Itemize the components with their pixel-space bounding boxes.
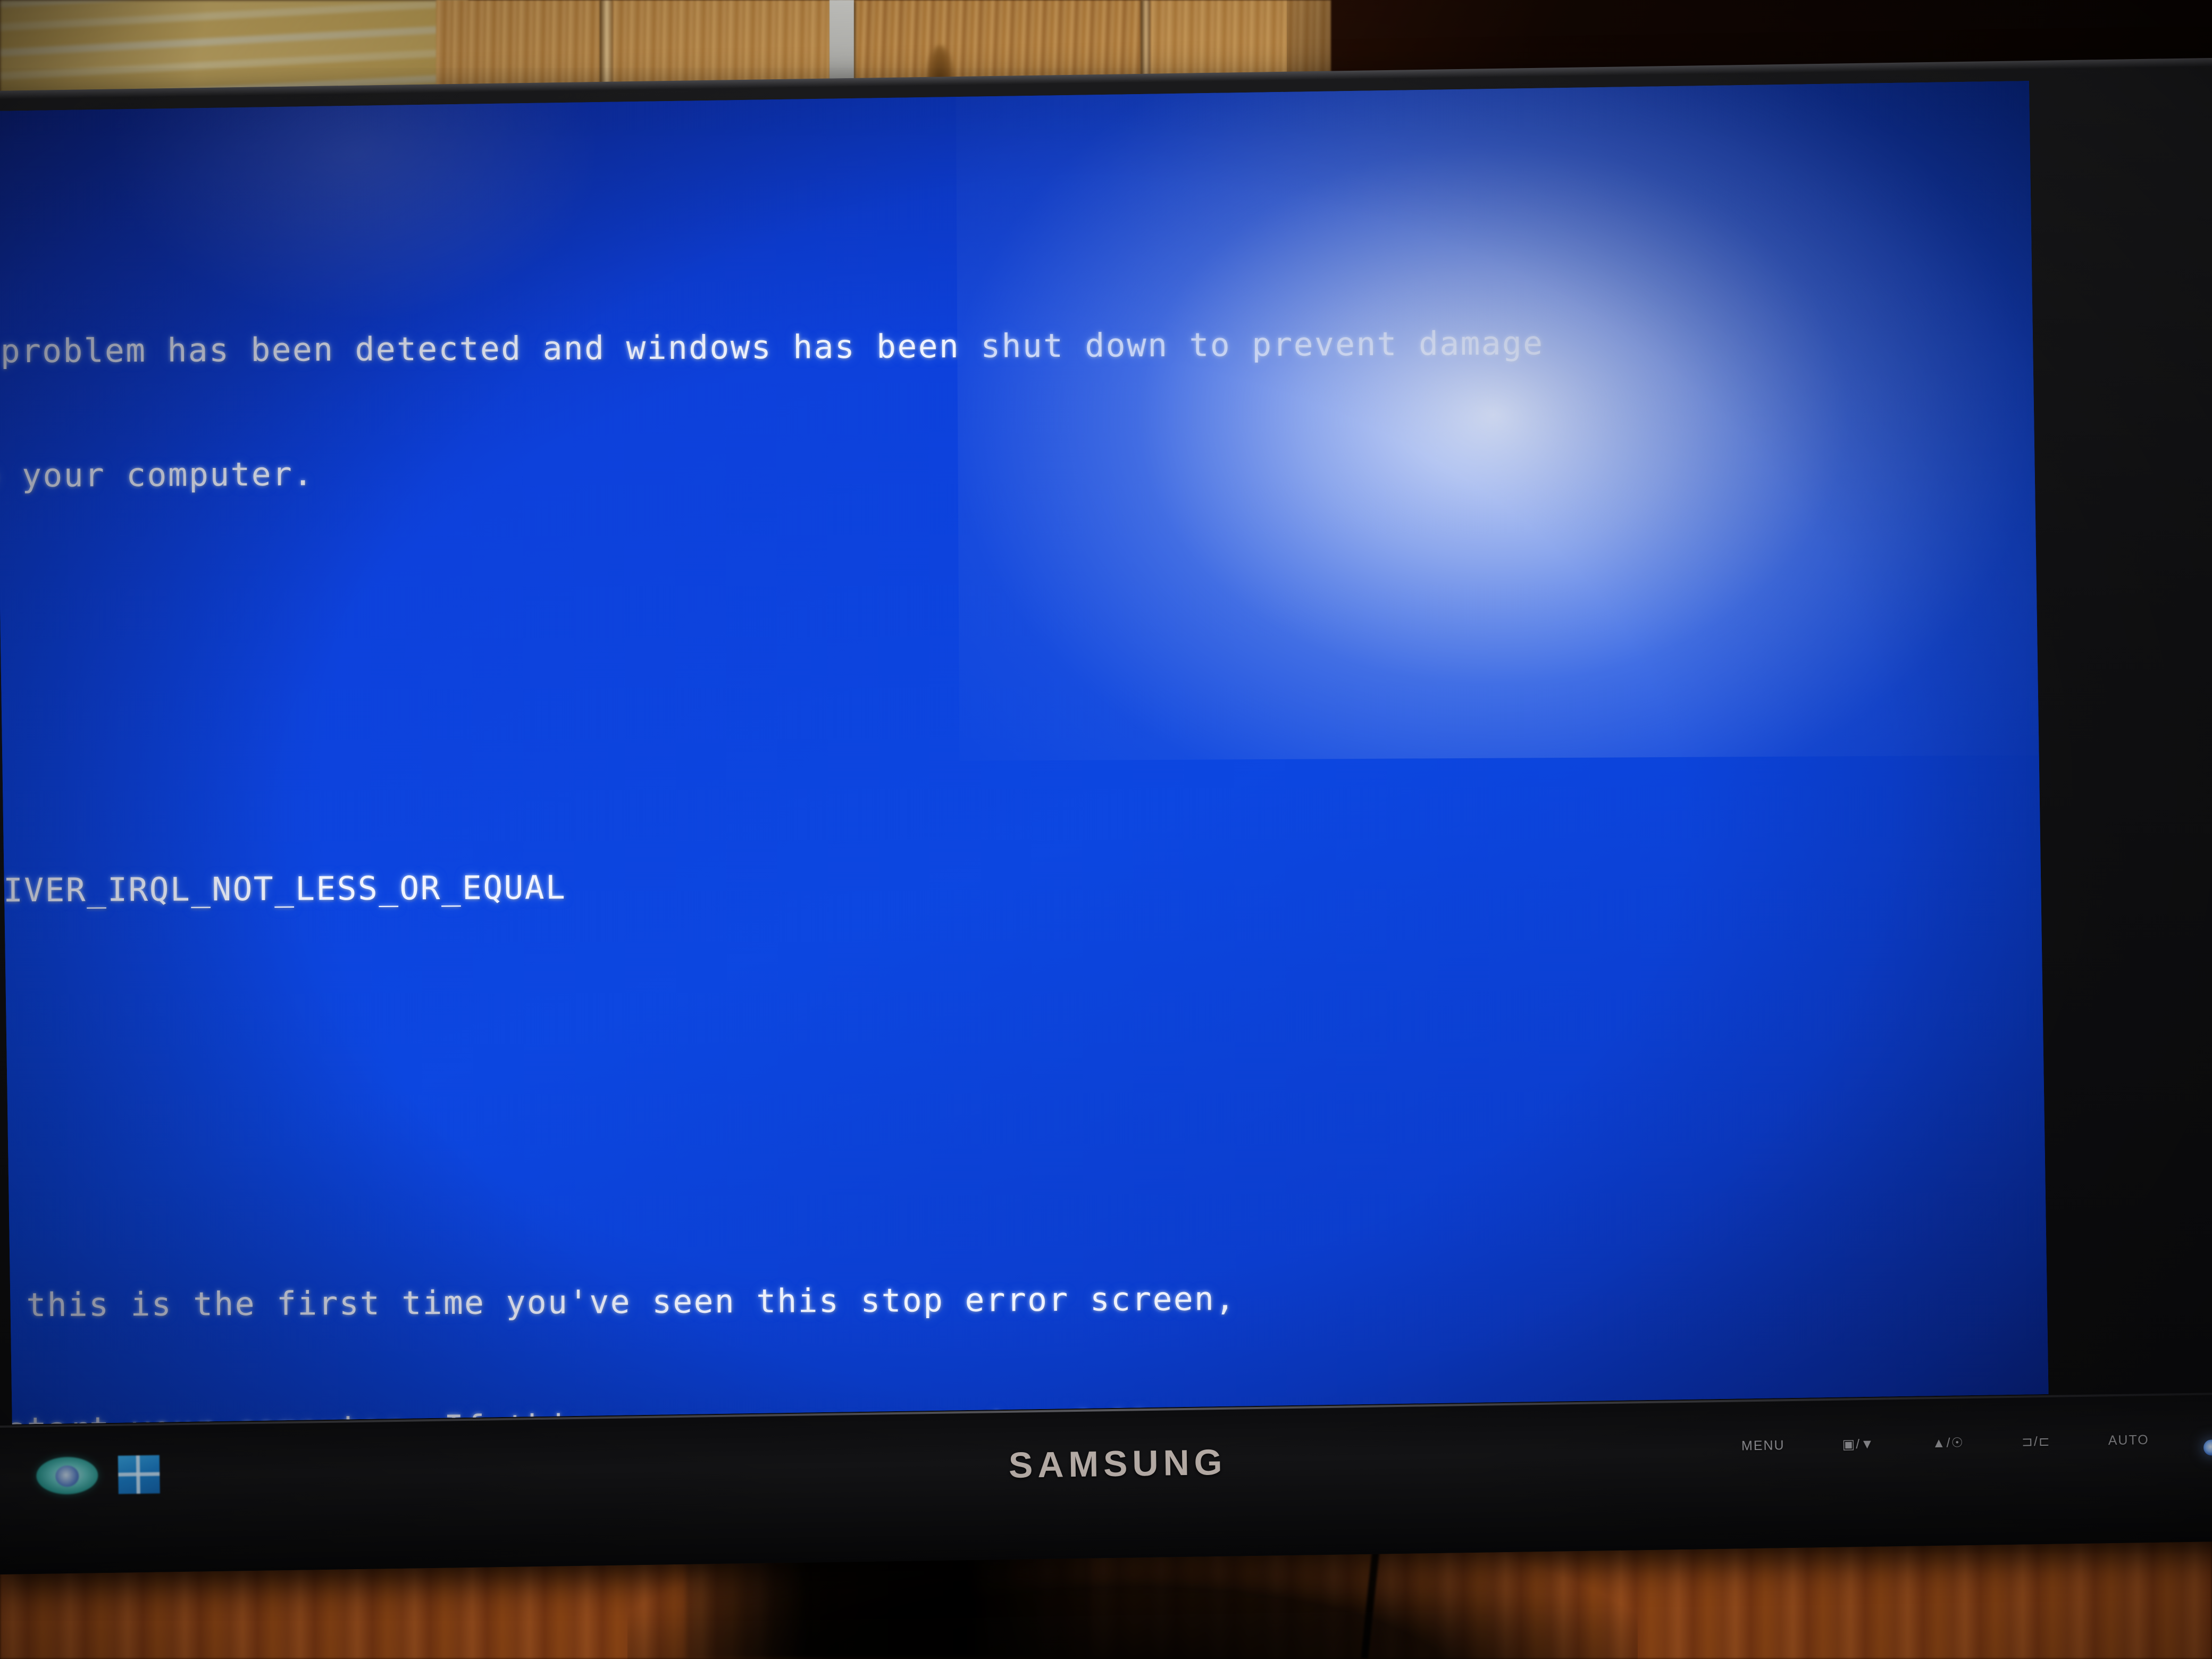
power-led[interactable] <box>2203 1439 2212 1456</box>
bsod-screen: A problem has been detected and windows … <box>0 81 2049 1425</box>
eye-care-sticker <box>36 1456 98 1495</box>
enter-button[interactable]: ⊐/⊏ <box>2022 1434 2051 1450</box>
screen-blue-background <box>0 81 2049 1425</box>
auto-button[interactable]: AUTO <box>2108 1432 2149 1448</box>
samsung-monitor: A problem has been detected and windows … <box>0 57 2212 1575</box>
samsung-logo: SAMSUNG <box>1008 1442 1228 1486</box>
photo-scene: A problem has been detected and windows … <box>0 0 2212 1659</box>
bezel-stickers <box>36 1455 160 1495</box>
up-brightness-button[interactable]: ▲/☉ <box>1932 1435 1965 1451</box>
osd-button-row[interactable]: MENU ▣/▼ ▲/☉ ⊐/⊏ AUTO <box>1741 1432 2149 1454</box>
windows-logo-sticker <box>118 1455 160 1494</box>
menu-button[interactable]: MENU <box>1741 1438 1785 1454</box>
lcd-panel: A problem has been detected and windows … <box>0 81 2049 1425</box>
source-down-button[interactable]: ▣/▼ <box>1842 1436 1875 1453</box>
